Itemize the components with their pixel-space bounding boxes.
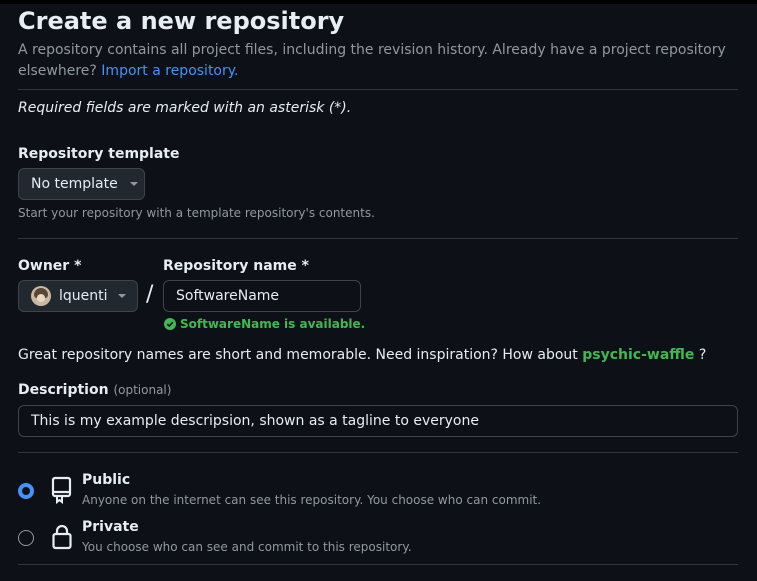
intro-text: A repository contains all project files,… [18, 40, 733, 82]
availability-status: SoftwareName is available. [164, 317, 365, 331]
avatar [31, 286, 51, 306]
chevron-down-icon [129, 182, 138, 186]
chevron-down-icon [117, 294, 126, 298]
optional-tag: (optional) [113, 383, 172, 397]
check-circle-icon [164, 318, 176, 330]
divider [18, 238, 738, 239]
public-description: Anyone on the internet can see this repo… [82, 493, 542, 507]
description-label: Description (optional) [18, 382, 171, 398]
inspiration-prompt: Great repository names are short and mem… [18, 347, 578, 363]
private-radio[interactable] [18, 530, 34, 546]
repo-icon [51, 476, 72, 504]
import-repository-link[interactable]: Import a repository. [101, 63, 238, 79]
description-label-text: Description [18, 382, 109, 398]
page-title: Create a new repository [18, 7, 345, 35]
repository-name-label: Repository name * [163, 258, 309, 274]
required-fields-note: Required fields are marked with an aster… [18, 100, 352, 116]
repository-name-input[interactable] [163, 280, 361, 312]
top-bar [0, 0, 757, 4]
private-title: Private [82, 519, 139, 535]
template-dropdown[interactable]: No template [18, 168, 145, 200]
private-description: You choose who can see and commit to thi… [82, 540, 412, 554]
owner-name-separator: / [146, 282, 154, 307]
inspiration-suffix: ? [698, 347, 707, 363]
public-title: Public [82, 472, 131, 488]
template-hint: Start your repository with a template re… [18, 206, 375, 220]
suggested-name-link[interactable]: psychic-waffle [582, 347, 694, 363]
description-input[interactable] [18, 405, 738, 437]
divider [18, 89, 738, 90]
lock-icon [52, 524, 72, 550]
template-selected: No template [31, 176, 118, 192]
owner-dropdown[interactable]: lquenti [18, 280, 138, 312]
owner-label: Owner * [18, 258, 82, 274]
owner-selected: lquenti [59, 288, 108, 304]
divider [18, 564, 738, 565]
template-label: Repository template [18, 146, 180, 162]
availability-text: SoftwareName is available. [180, 317, 366, 331]
divider [18, 452, 738, 453]
inspiration-text: Great repository names are short and mem… [18, 347, 706, 363]
public-radio[interactable] [18, 483, 34, 499]
